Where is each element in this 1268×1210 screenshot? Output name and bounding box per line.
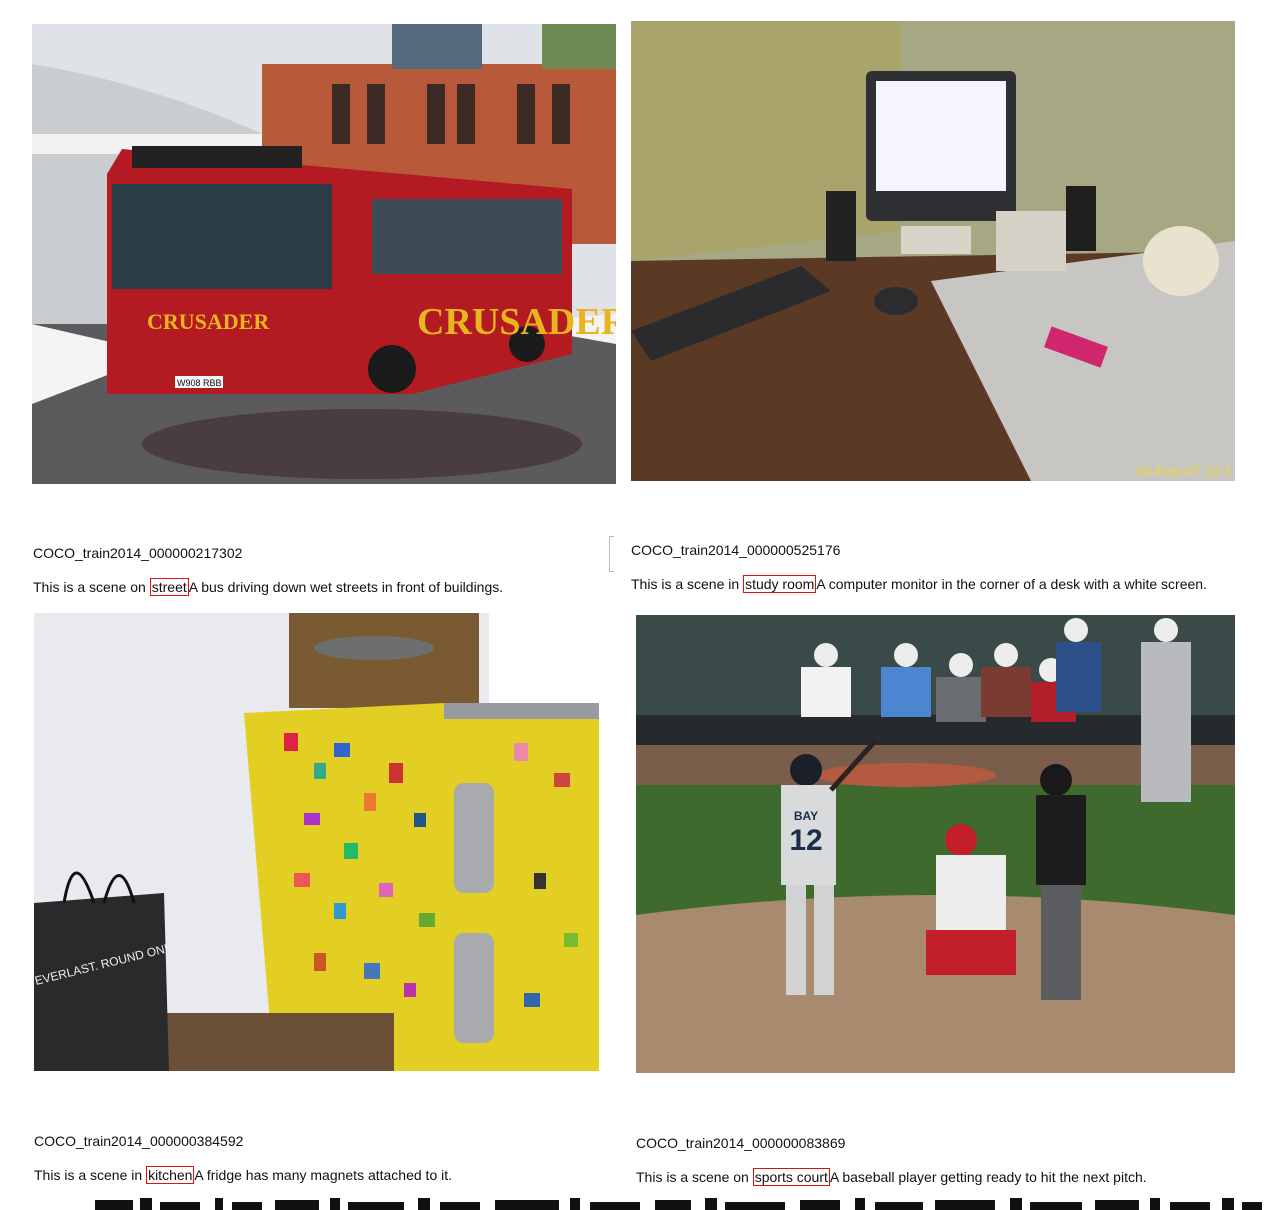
photo-study-room: 28-Feb-07 22:1 — [631, 21, 1235, 481]
caption-prefix: This is a scene on — [33, 579, 146, 595]
caption-2: This is a scene in study room A computer … — [631, 575, 1207, 593]
caption-1: This is a scene on street A bus driving d… — [33, 578, 504, 596]
divider-mark — [609, 536, 614, 572]
bus-side-text: CRUSADER — [417, 301, 616, 343]
image-id-2: COCO_train2014_000000525176 — [631, 542, 841, 558]
photo-timestamp: 28-Feb-07 22:1 — [1136, 463, 1232, 479]
image-id-4: COCO_train2014_000000083869 — [636, 1135, 846, 1151]
caption-text: A fridge has many magnets attached to it… — [194, 1167, 453, 1183]
jersey-number: 12 — [789, 824, 822, 857]
photo-kitchen: EVERLAST. ROUND ONE. — [34, 613, 626, 1071]
jersey-name: BAY — [794, 809, 818, 823]
caption-4: This is a scene on sports court A basebal… — [636, 1168, 1147, 1186]
bus-plate: W908 RBB — [177, 378, 222, 388]
caption-3: This is a scene in kitchen A fridge has m… — [34, 1166, 453, 1184]
caption-text: A bus driving down wet streets in front … — [188, 579, 504, 595]
scene-tag: kitchen — [146, 1166, 195, 1184]
photo-bus-street: CRUSADER CRUSADER W908 RBB — [32, 24, 616, 484]
scene-tag: street — [149, 578, 189, 596]
caption-prefix: This is a scene in — [34, 1167, 143, 1183]
caption-text: A baseball player getting ready to hit t… — [829, 1169, 1147, 1185]
image-id-1: COCO_train2014_000000217302 — [33, 545, 243, 561]
cropped-text-remnant — [0, 1196, 1268, 1210]
scene-tag: study room — [743, 575, 817, 593]
caption-prefix: This is a scene on — [636, 1169, 749, 1185]
bus-destination-text: CRUSADER — [147, 309, 270, 334]
caption-prefix: This is a scene in — [631, 576, 740, 592]
image-id-3: COCO_train2014_000000384592 — [34, 1133, 244, 1149]
caption-text: A computer monitor in the corner of a de… — [816, 576, 1207, 592]
photo-baseball: BAY 12 — [636, 615, 1235, 1073]
scene-tag: sports court — [752, 1168, 830, 1186]
